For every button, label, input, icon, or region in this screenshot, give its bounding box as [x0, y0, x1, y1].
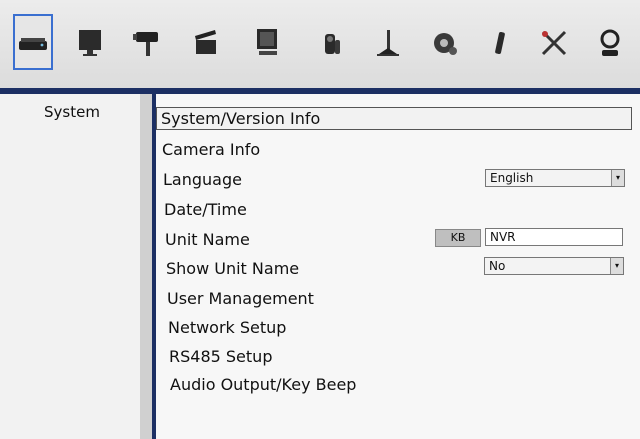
language-value: English: [490, 171, 534, 185]
event-alarm-icon[interactable]: [368, 16, 408, 70]
menu-item-date-time[interactable]: Date/Time: [164, 200, 247, 219]
sidebar-item-system[interactable]: System: [44, 103, 100, 121]
menu-item-user-management[interactable]: User Management: [167, 289, 314, 308]
chevron-down-icon: ▾: [610, 258, 623, 274]
display-icon[interactable]: [248, 16, 288, 70]
menu-item-system-version-info[interactable]: System/Version Info: [156, 107, 632, 130]
menu-item-language[interactable]: Language: [163, 170, 242, 189]
record-clapper-icon[interactable]: [186, 16, 226, 70]
menu-item-camera-info[interactable]: Camera Info: [162, 140, 260, 159]
keyboard-button[interactable]: KB: [435, 229, 481, 247]
menu-item-show-unit-name[interactable]: Show Unit Name: [166, 259, 299, 278]
dvr-system-icon[interactable]: [13, 14, 53, 70]
language-dropdown[interactable]: English ▾: [485, 169, 625, 187]
camera-icon[interactable]: [128, 16, 168, 70]
sensor-icon[interactable]: [312, 16, 352, 70]
show-unit-name-dropdown[interactable]: No ▾: [484, 257, 624, 275]
unit-name-input[interactable]: NVR: [485, 228, 623, 246]
menu-item-unit-name[interactable]: Unit Name: [165, 230, 250, 249]
sidebar: System: [0, 94, 140, 439]
unit-name-value: NVR: [490, 230, 516, 244]
menu-item-network-setup[interactable]: Network Setup: [168, 318, 286, 337]
chevron-down-icon: ▾: [611, 170, 624, 186]
tools-icon[interactable]: [534, 16, 574, 70]
menu-item-audio-output-key-beep[interactable]: Audio Output/Key Beep: [170, 375, 356, 394]
toolbar: [0, 0, 640, 88]
menu-item-rs485-setup[interactable]: RS485 Setup: [169, 347, 272, 366]
monitor-icon[interactable]: [70, 16, 110, 70]
gear-icon[interactable]: [426, 16, 466, 70]
show-unit-name-value: No: [489, 259, 506, 273]
usb-drive-icon[interactable]: [480, 16, 520, 70]
logout-icon[interactable]: [590, 16, 630, 70]
